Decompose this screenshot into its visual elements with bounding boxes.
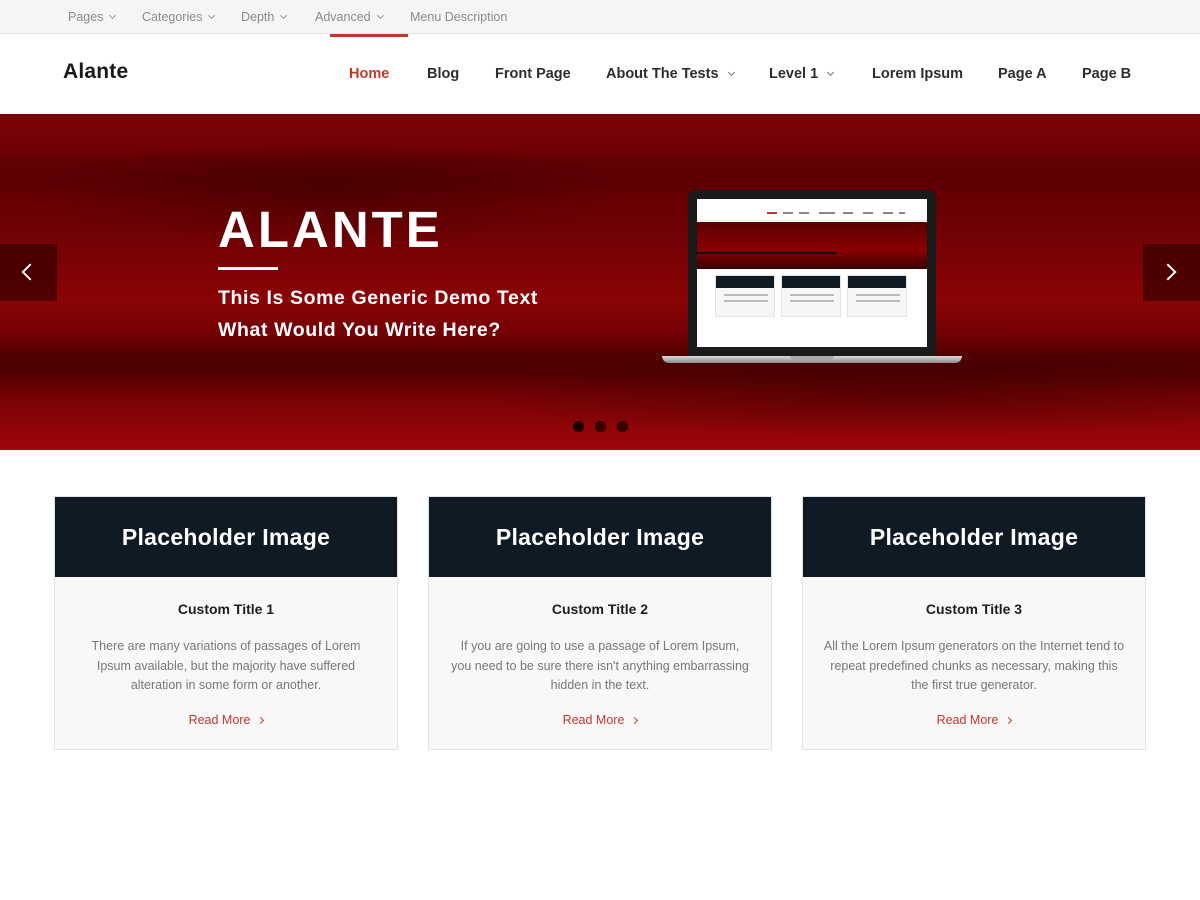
chevron-down-icon [827, 68, 835, 76]
top-menu-advanced[interactable]: Advanced [315, 0, 384, 34]
slider-dot-3[interactable] [617, 421, 628, 432]
slider-dot-1[interactable] [573, 421, 584, 432]
nav-item-front-page[interactable]: Front Page [495, 34, 571, 114]
card-placeholder-image: Placeholder Image [803, 497, 1145, 577]
nav-item-label: Blog [427, 66, 460, 82]
mini-card [715, 275, 775, 317]
nav-item-label: Level 1 [769, 66, 819, 82]
top-menu-pages[interactable]: Pages [68, 0, 117, 34]
mini-card [781, 275, 841, 317]
mini-card-header [848, 276, 906, 288]
mini-card [847, 275, 907, 317]
nav-item-label: Page A [998, 66, 1047, 82]
chevron-down-icon [109, 11, 117, 19]
nav-item-label: Front Page [495, 66, 571, 82]
laptop-illustration [662, 190, 962, 368]
mini-card-line [790, 300, 834, 302]
mini-site-nav [697, 207, 927, 221]
mini-nav-link [767, 212, 777, 214]
read-more-label: Read More [936, 713, 999, 727]
nav-item-label: Page B [1082, 66, 1132, 82]
mini-nav-link [783, 212, 793, 214]
chevron-right-icon [1159, 263, 1177, 281]
top-menu-depth[interactable]: Depth [241, 0, 288, 34]
mini-nav-link [843, 212, 853, 214]
nav-item-about-the-tests[interactable]: About The Tests [606, 34, 735, 114]
chevron-down-icon [727, 68, 735, 76]
chevron-down-icon [376, 11, 384, 19]
card-title: Custom Title 1 [177, 601, 275, 617]
read-more-label: Read More [188, 713, 251, 727]
top-menu-categories[interactable]: Categories [142, 0, 216, 34]
hero-subtitle-line-1: This Is Some Generic Demo Text [218, 287, 538, 309]
mini-card-line [724, 294, 768, 296]
mini-nav-link [899, 212, 905, 214]
feature-card: Placeholder Image Custom Title 1 There a… [54, 496, 398, 750]
mini-nav-link [799, 212, 809, 214]
chevron-left-icon [21, 263, 39, 281]
nav-item-page-b[interactable]: Page B [1082, 34, 1131, 114]
mini-card-line [856, 294, 900, 296]
nav-item-blog[interactable]: Blog [427, 34, 459, 114]
read-more-label: Read More [562, 713, 625, 727]
hero-divider [218, 267, 278, 270]
nav-item-lorem-ipsum[interactable]: Lorem Ipsum [872, 34, 963, 114]
nav-item-home[interactable]: Home [349, 34, 389, 114]
card-text: If you are going to use a passage of Lor… [451, 639, 749, 692]
nav-item-page-a[interactable]: Page A [998, 34, 1047, 114]
slider-prev-button[interactable] [0, 244, 57, 301]
site-logo[interactable]: Alante [63, 60, 128, 84]
hero-slider: ALANTE This Is Some Generic Demo Text Wh… [0, 114, 1200, 450]
laptop-screen [688, 190, 936, 356]
top-menu-label: Depth [241, 10, 275, 24]
active-nav-indicator [330, 34, 408, 37]
nav-item-level-1[interactable]: Level 1 [769, 34, 835, 114]
read-more-link[interactable]: Read More [55, 713, 397, 727]
slider-next-button[interactable] [1143, 244, 1200, 301]
mini-site-hero [697, 222, 927, 269]
chevron-down-icon [280, 11, 288, 19]
hero-subtitle-line-2: What Would You Write Here? [218, 319, 501, 341]
mini-nav-link [863, 212, 873, 214]
hero-title: ALANTE [218, 201, 443, 258]
top-menu-label: Categories [142, 10, 203, 24]
mini-nav-link [819, 212, 835, 214]
card-placeholder-image: Placeholder Image [55, 497, 397, 577]
read-more-link[interactable]: Read More [429, 713, 771, 727]
card-title: Custom Title 3 [925, 601, 1023, 617]
mini-card-line [724, 300, 768, 302]
hero-background-streak [0, 344, 1200, 384]
top-menu-bar: Pages Categories Depth Advanced Menu Des… [0, 0, 1200, 34]
mini-card-header [716, 276, 774, 288]
mini-card-line [856, 300, 900, 302]
top-menu-label: Advanced [315, 10, 371, 24]
mini-card-header [782, 276, 840, 288]
top-menu-description[interactable]: Menu Description [410, 0, 507, 34]
chevron-down-icon [208, 11, 216, 19]
card-text: All the Lorem Ipsum generators on the In… [823, 639, 1125, 692]
nav-item-label: About The Tests [606, 66, 719, 82]
card-text: There are many variations of passages of… [91, 639, 361, 692]
top-menu-label: Menu Description [410, 10, 508, 24]
card-title: Custom Title 2 [551, 601, 649, 617]
nav-item-label: Home [349, 66, 390, 82]
chevron-right-icon [257, 716, 265, 724]
slider-dot-2[interactable] [595, 421, 606, 432]
read-more-link[interactable]: Read More [803, 713, 1145, 727]
mini-card-line [790, 294, 834, 296]
hero-background-streak [0, 154, 1200, 194]
laptop-screen-content [697, 199, 927, 347]
nav-item-label: Lorem Ipsum [872, 66, 964, 82]
card-placeholder-image: Placeholder Image [429, 497, 771, 577]
chevron-right-icon [1005, 716, 1013, 724]
feature-card: Placeholder Image Custom Title 2 If you … [428, 496, 772, 750]
laptop-notch [790, 356, 834, 360]
top-menu-label: Pages [68, 10, 104, 24]
mini-nav-link [883, 212, 893, 214]
chevron-right-icon [631, 716, 639, 724]
site-header: Alante Home Blog Front Page About The Te… [0, 34, 1200, 114]
feature-card: Placeholder Image Custom Title 3 All the… [802, 496, 1146, 750]
mini-bridge-silhouette [697, 252, 837, 254]
